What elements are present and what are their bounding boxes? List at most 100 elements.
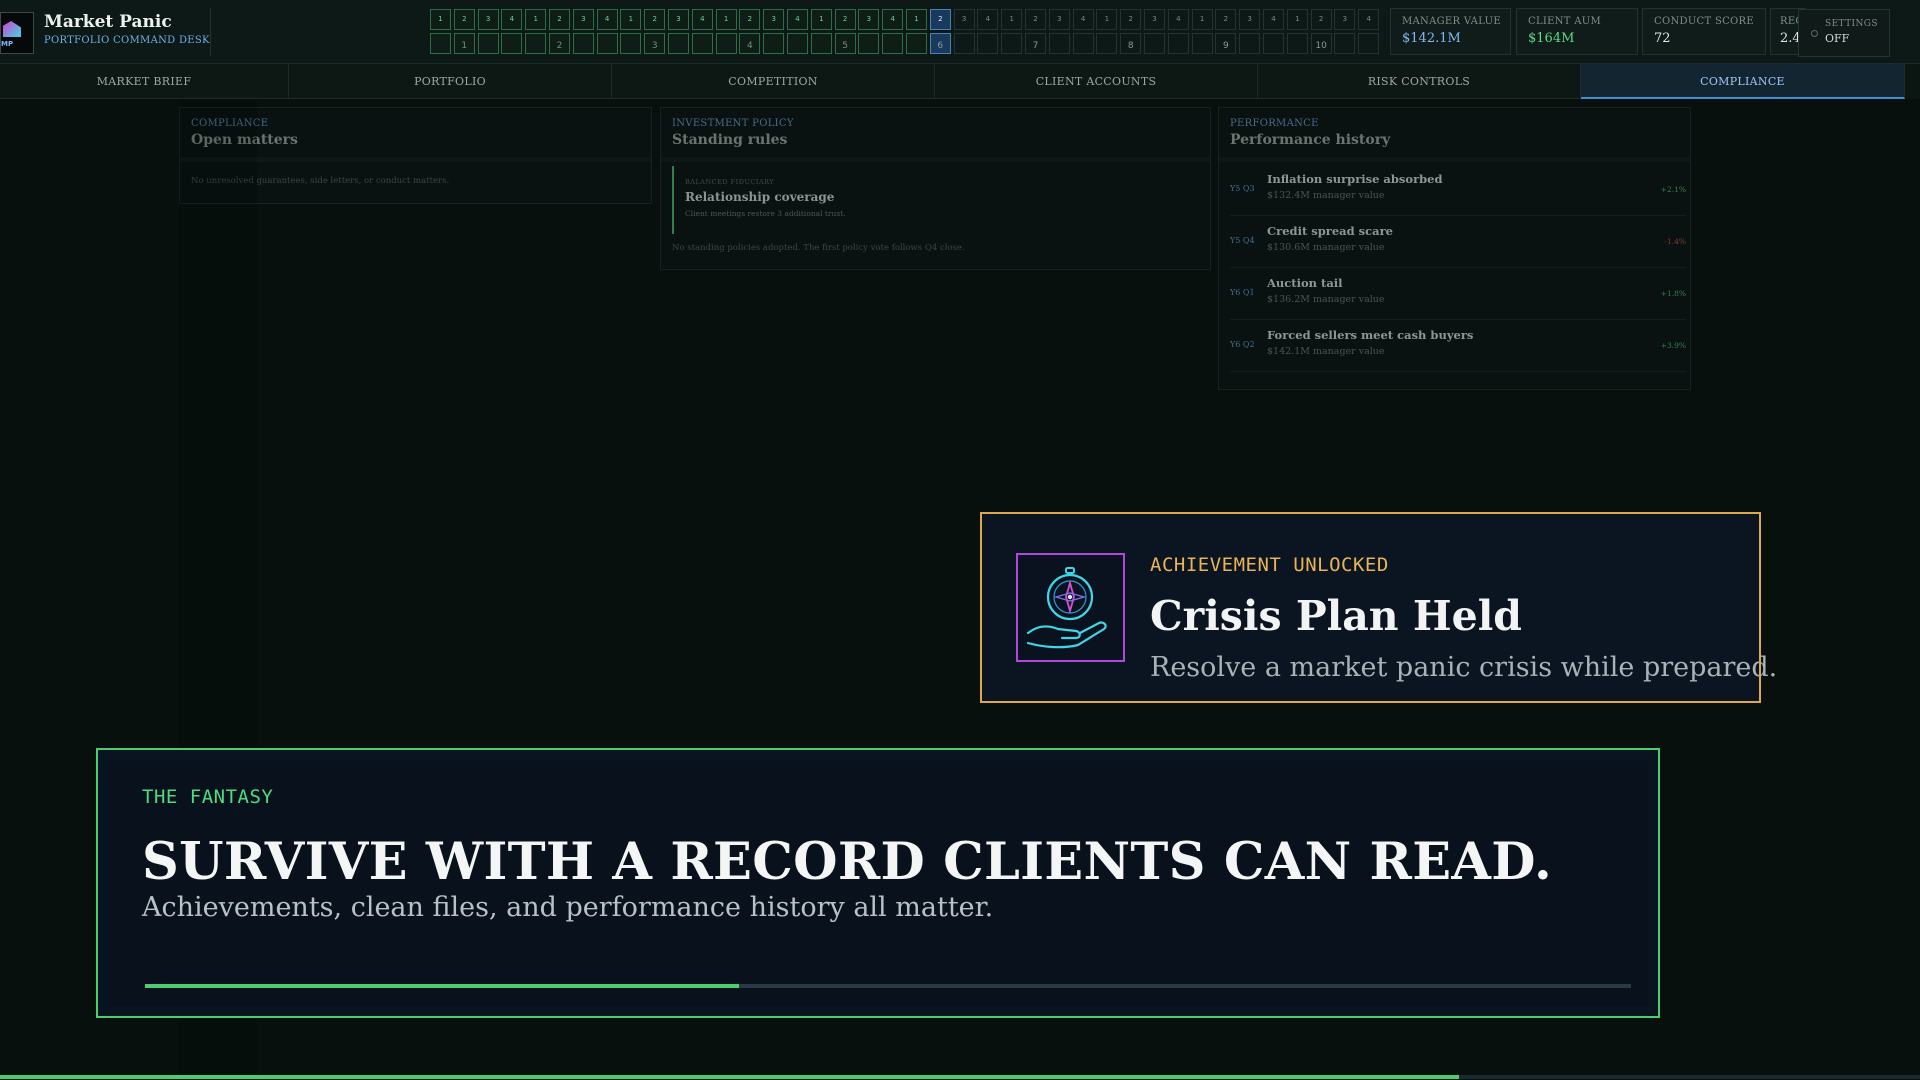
timeline-quarter-cell: 4 [1358, 9, 1380, 30]
timeline-quarter-cell: 4 [1263, 9, 1284, 30]
timeline-quarter-cell: 1 [1286, 9, 1308, 30]
tab-compliance[interactable]: COMPLIANCE [1581, 64, 1905, 99]
timeline-year-cell [1358, 33, 1380, 54]
row-delta: +2.1% [1660, 185, 1686, 194]
timeline-quarter-cell: 1 [525, 9, 547, 30]
achievement-title: Crisis Plan Held [1150, 592, 1522, 640]
timeline-year-cell [1048, 33, 1070, 54]
timeline-year-cell [430, 33, 451, 54]
rule-name: Relationship coverage [685, 190, 835, 204]
timeline-quarter-cell: 2 [834, 9, 856, 30]
timeline-quarter-cell: 3 [668, 9, 689, 30]
timeline-quarter-cell: 3 [1048, 9, 1070, 30]
timeline-year-cell [477, 33, 499, 54]
timeline-quarter-cell: 2 [644, 9, 666, 30]
performance-row: Y5 Q3 Inflation surprise absorbed $132.4… [1230, 164, 1686, 216]
timeline-quarter-cell: 4 [787, 9, 808, 30]
settings-button[interactable]: SETTINGS OFF [1798, 9, 1890, 57]
panel-title: Standing rules [672, 132, 788, 148]
timeline-quarter-cell: 2 [549, 9, 570, 30]
timeline-year-cell [977, 33, 999, 54]
timeline-quarter-cell: 3 [1239, 9, 1261, 30]
achievement-description: Resolve a market panic crisis while prep… [1150, 652, 1778, 683]
timeline-year-cell [1263, 33, 1284, 54]
settings-value: OFF [1825, 32, 1850, 45]
timeline-year-cell: 9 [1215, 33, 1237, 54]
settings-label: SETTINGS [1825, 19, 1878, 29]
timeline-year-cell [501, 33, 523, 54]
timeline-quarter-cell: 1 [1191, 9, 1213, 30]
timeline-year-cell [810, 33, 832, 54]
row-headline: Inflation surprise absorbed [1267, 172, 1443, 186]
row-quarter: Y6 Q2 [1230, 340, 1255, 349]
timeline-quarter-cell: 4 [977, 9, 999, 30]
timeline-quarter-cell: 4 [596, 9, 618, 30]
brand-divider [210, 8, 211, 56]
compass-in-hand-icon [1026, 567, 1107, 649]
panel-eyebrow: PERFORMANCE [1230, 118, 1319, 129]
timeline-year-cell: 3 [644, 33, 666, 54]
timeline-year-cell: 8 [1120, 33, 1142, 54]
performance-row: Y5 Q4 Credit spread scare $130.6M manage… [1230, 216, 1686, 268]
timeline-year-cell [1239, 33, 1261, 54]
timeline-quarter-cell: 3 [477, 9, 499, 30]
achievement-toast: ACHIEVEMENT UNLOCKED Crisis Plan Held Re… [980, 512, 1777, 703]
rule-tag: BALANCED FIDUCIARY [685, 178, 775, 186]
timeline-quarter-cell: 3 [953, 9, 975, 30]
row-quarter: Y6 Q1 [1230, 288, 1255, 297]
timeline-quarter-cell: 3 [858, 9, 880, 30]
timeline-quarter-cell: 2 [453, 9, 475, 30]
timeline-quarter-cell: 4 [691, 9, 713, 30]
app-logo: MP [0, 12, 34, 54]
timeline-year-cell [691, 33, 713, 54]
timeline-quarter-cell: 3 [1334, 9, 1356, 30]
tab-portfolio[interactable]: PORTFOLIO [289, 64, 612, 99]
main-tabs: MARKET BRIEF PORTFOLIO COMPETITION CLIEN… [0, 64, 1905, 99]
timeline-year-cell: 4 [739, 33, 761, 54]
tab-risk-controls[interactable]: RISK CONTROLS [1258, 64, 1581, 99]
app-subtitle: PORTFOLIO COMMAND DESK [44, 35, 210, 46]
top-bar: MP Market Panic PORTFOLIO COMMAND DESK 1… [0, 0, 1920, 64]
timeline-quarter-cell: 3 [1144, 9, 1165, 30]
timeline-year-cell: 7 [1025, 33, 1046, 54]
timeline-year-cell: 10 [1310, 33, 1332, 54]
row-manager-value: $142.1M manager value [1267, 346, 1385, 357]
fantasy-banner: THE FANTASY SURVIVE WITH A RECORD CLIENT… [96, 748, 1660, 1018]
row-manager-value: $136.2M manager value [1267, 294, 1385, 305]
panel-divider [1219, 157, 1690, 162]
timeline-year-cell [882, 33, 904, 54]
achievement-eyebrow: ACHIEVEMENT UNLOCKED [1150, 554, 1389, 576]
stat-value: 2.4 [1780, 31, 1801, 46]
timeline-quarter-cell: 1 [1096, 9, 1118, 30]
timeline-year-cell [1144, 33, 1165, 54]
timeline-year-cell [906, 33, 927, 54]
banner-headline: SURVIVE WITH A RECORD CLIENTS CAN READ. [142, 832, 1553, 892]
row-quarter: Y5 Q4 [1230, 236, 1255, 245]
timeline-year-cell [525, 33, 547, 54]
policy-rule-card[interactable]: BALANCED FIDUCIARY Relationship coverage… [672, 166, 1192, 234]
timeline-year-cell: 2 [549, 33, 570, 54]
timeline-quarter-cell: 4 [1167, 9, 1189, 30]
logo-mark [3, 21, 21, 37]
row-headline: Auction tail [1267, 276, 1343, 290]
settings-status-icon [1811, 30, 1818, 37]
row-delta: +1.8% [1660, 289, 1686, 298]
banner-subtitle: Achievements, clean files, and performan… [142, 892, 994, 923]
tab-client-accounts[interactable]: CLIENT ACCOUNTS [935, 64, 1258, 99]
stat-label: CLIENT AUM [1528, 16, 1602, 27]
timeline-quarter-cell: 3 [763, 9, 785, 30]
timeline-quarter-cell: 2 [739, 9, 761, 30]
performance-row: Y6 Q2 Forced sellers meet cash buyers $1… [1230, 320, 1686, 372]
rule-description: Client meetings restore 3 additional tru… [685, 209, 846, 218]
timeline-quarter-cell: 1 [715, 9, 737, 30]
timeline-year-cell [1072, 33, 1094, 54]
timeline-quarter-cell: 4 [882, 9, 904, 30]
stat-label: CONDUCT SCORE [1654, 16, 1754, 27]
tab-market-brief[interactable]: MARKET BRIEF [0, 64, 289, 99]
timeline-quarter-cell: 1 [620, 9, 642, 30]
row-manager-value: $132.4M manager value [1267, 190, 1385, 201]
timeline-year-cell: 5 [834, 33, 856, 54]
tab-competition[interactable]: COMPETITION [612, 64, 935, 99]
banner-progress-fill [145, 984, 740, 988]
timeline-quarter-cell: 2 [1025, 9, 1046, 30]
